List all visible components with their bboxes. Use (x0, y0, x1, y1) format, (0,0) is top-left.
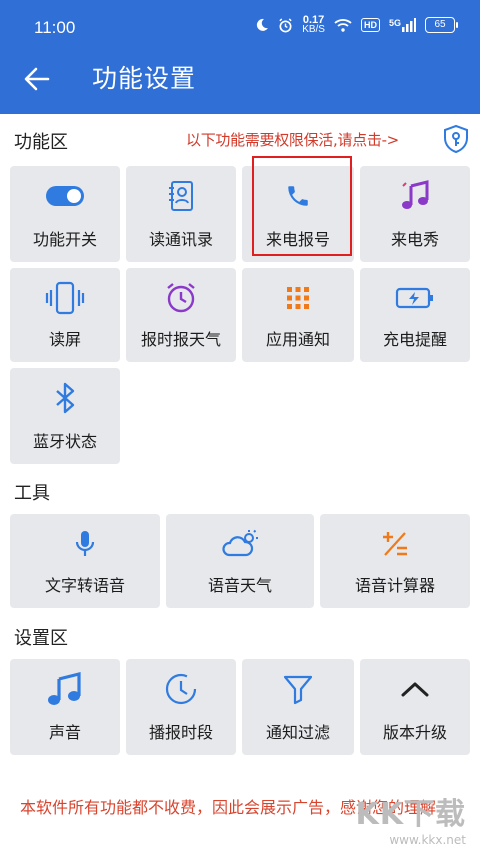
net-speed: 0.17 KB/S (302, 15, 325, 35)
tile-label: 文字转语音 (44, 576, 125, 595)
tile-label: 报时报天气 (140, 330, 221, 349)
battery-indicator: 65 (425, 17, 458, 33)
tile-label: 通知过滤 (265, 723, 330, 742)
tile-label: 应用通知 (265, 330, 330, 349)
contacts-book-icon (169, 181, 193, 211)
tile-read-screen[interactable]: 读屏 (10, 268, 120, 362)
status-icons: 0.17 KB/S HD 5G 65 (255, 15, 458, 35)
section-label-tools: 工具 (14, 483, 50, 504)
app-header: 11:00 0.17 KB/S HD 5G 65 功能设置 (0, 0, 480, 114)
calculator-icon (383, 532, 407, 556)
battery-tip (456, 22, 458, 28)
tile-label: 读屏 (48, 330, 81, 349)
battery-charging-icon (395, 287, 433, 309)
tile-version-upgrade[interactable]: 版本升级 (360, 659, 470, 755)
music-note-icon (48, 671, 81, 705)
filter-icon (283, 675, 313, 705)
back-arrow-icon (24, 67, 50, 91)
tile-label: 语音天气 (207, 576, 272, 595)
status-bar: 11:00 0.17 KB/S HD 5G 65 (0, 0, 480, 52)
section-label-features: 功能区 (14, 132, 68, 153)
watermark-url: www.kkx.net (389, 833, 466, 847)
status-time: 11:00 (34, 18, 76, 37)
tile-read-contacts[interactable]: 读通讯录 (126, 166, 236, 262)
battery-level: 65 (425, 17, 455, 33)
permission-shield-button[interactable] (442, 124, 470, 154)
tile-label: 版本升级 (382, 723, 447, 742)
net-speed-unit: KB/S (302, 24, 325, 35)
tile-time-weather[interactable]: 报时报天气 (126, 268, 236, 362)
clock-icon (165, 673, 197, 705)
wifi-icon (334, 19, 352, 32)
tile-label: 充电提醒 (382, 330, 447, 349)
tile-label: 播报时段 (148, 723, 213, 742)
toggle-icon (46, 186, 84, 206)
tile-label: 声音 (48, 723, 81, 742)
tile-notification-filter[interactable]: 通知过滤 (242, 659, 354, 755)
watermark-logo: KK下载 (355, 797, 466, 832)
tile-label: 读通讯录 (148, 230, 213, 249)
app-grid-icon (287, 287, 309, 309)
music-note-icon (402, 180, 429, 209)
tile-charge-reminder[interactable]: 充电提醒 (360, 268, 470, 362)
tile-label: 来电报号 (265, 230, 330, 249)
tile-app-notification[interactable]: 应用通知 (242, 268, 354, 362)
tile-label: 来电秀 (390, 230, 439, 249)
bluetooth-icon (56, 382, 75, 414)
signal-label: 5G (388, 18, 401, 28)
tile-voice-calculator[interactable]: 语音计算器 (320, 514, 470, 608)
weather-icon (222, 529, 258, 557)
tile-broadcast-period[interactable]: 播报时段 (126, 659, 236, 755)
tile-label: 功能开关 (32, 230, 97, 249)
chevron-up-icon (401, 682, 429, 697)
signal-bars-icon (402, 18, 416, 32)
watermark: KK下载 www.kkx.net (356, 789, 467, 847)
phone-icon (288, 186, 308, 206)
tile-caller-show[interactable]: 来电秀 (360, 166, 470, 262)
tile-label: 语音计算器 (354, 576, 435, 595)
section-label-settings: 设置区 (14, 628, 68, 649)
tile-caller-announce[interactable]: 来电报号 (242, 166, 354, 262)
signal-indicator: 5G (389, 18, 416, 32)
tile-sound[interactable]: 声音 (10, 659, 120, 755)
shield-key-icon (444, 124, 468, 154)
moon-icon (257, 18, 269, 31)
back-button[interactable] (20, 62, 54, 96)
microphone-icon (75, 531, 95, 556)
alarm-icon (279, 17, 292, 32)
tile-voice-weather[interactable]: 语音天气 (166, 514, 314, 608)
tile-label: 蓝牙状态 (32, 432, 97, 451)
alarm-clock-icon (167, 283, 195, 313)
tile-text-to-speech[interactable]: 文字转语音 (10, 514, 160, 608)
page-title: 功能设置 (92, 64, 197, 93)
tile-function-switch[interactable]: 功能开关 (10, 166, 120, 262)
permission-hint[interactable]: 以下功能需要权限保活,请点击-> (186, 130, 399, 150)
hd-badge: HD (360, 18, 380, 32)
phone-vibrate-icon (45, 281, 85, 315)
tile-bluetooth-status[interactable]: 蓝牙状态 (10, 368, 120, 464)
